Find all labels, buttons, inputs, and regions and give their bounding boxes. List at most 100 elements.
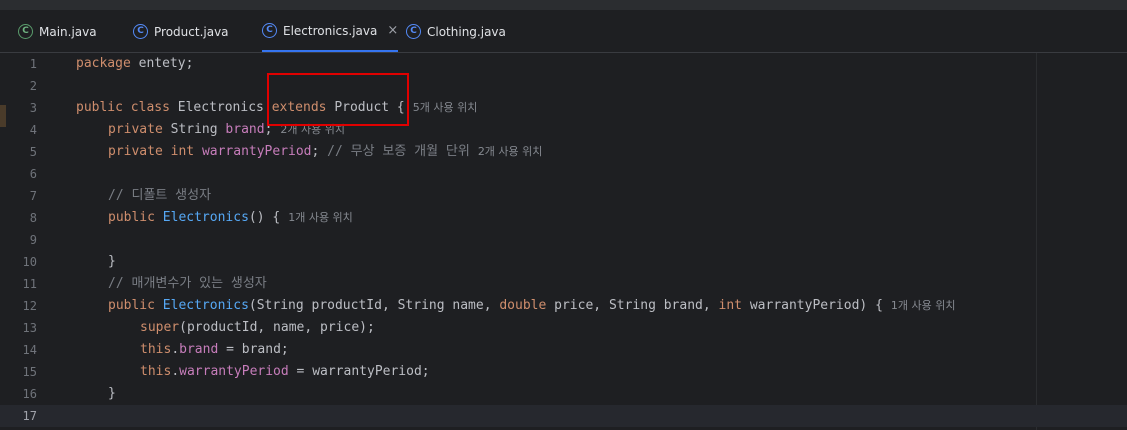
code-token: = brand; (226, 342, 289, 357)
tab-label: Electronics.java (283, 23, 378, 38)
code-token: int (718, 298, 743, 313)
line-number: 5 (29, 145, 37, 159)
code-token: () { (248, 210, 281, 225)
tab-label: Product.java (154, 24, 229, 39)
line-number: 6 (29, 167, 37, 181)
code-line[interactable]: 11 // 매개변수가 있는 생성자 (0, 273, 1127, 295)
code-text: private int warrantyPeriod; // 무상 보증 개월 … (108, 141, 542, 163)
code-text: this.brand = brand; (140, 339, 289, 361)
tab-product-java[interactable]: C Product.java (133, 11, 229, 52)
code-line[interactable]: 2 (0, 75, 1127, 97)
code-token: ; (311, 144, 320, 159)
code-token: warrantyPeriod) { (749, 298, 883, 313)
code-token: warrantyPeriod (201, 144, 312, 159)
code-token: brand (225, 122, 265, 137)
code-token: brand (179, 342, 219, 357)
code-line[interactable]: 8 public Electronics() { 1개 사용 위치 (0, 207, 1127, 229)
code-token: public (108, 210, 155, 225)
code-text: } (108, 251, 116, 273)
code-token: warrantyPeriod (179, 364, 289, 379)
close-icon[interactable]: × (387, 23, 398, 38)
code-text: public Electronics(String productId, Str… (108, 295, 956, 317)
line-number: 15 (22, 365, 37, 379)
code-line[interactable]: 17 (0, 405, 1127, 427)
code-line[interactable]: 10} (0, 251, 1127, 273)
line-number: 1 (29, 57, 37, 71)
code-token: package (76, 56, 131, 71)
code-text: // 매개변수가 있는 생성자 (108, 273, 267, 295)
code-line[interactable]: 3 public class Electronics extends Produc… (0, 97, 1127, 119)
code-token: ; (264, 122, 273, 137)
code-token: Product { (334, 100, 405, 115)
line-number: 4 (29, 123, 37, 137)
code-token: public (76, 100, 123, 115)
line-number: 17 (22, 409, 37, 423)
code-line[interactable]: 12 public Electronics(String productId, S… (0, 295, 1127, 317)
editor-tab-bar: C Main.java C Product.java C Electronics… (0, 11, 1127, 53)
usage-inlay-hint[interactable]: 1개 사용 위치 (288, 211, 353, 224)
java-main-icon: C (18, 24, 33, 39)
line-number: 8 (29, 211, 37, 225)
usage-inlay-hint[interactable]: 2개 사용 위치 (280, 123, 345, 136)
code-text: } (108, 383, 116, 405)
code-token: (productId, name, price); (179, 320, 375, 335)
java-class-icon: C (262, 23, 277, 38)
line-number: 3 (29, 101, 37, 115)
code-line[interactable]: 13 super(productId, name, price); (0, 317, 1127, 339)
code-token: this (140, 364, 172, 379)
code-token: double (499, 298, 547, 313)
java-class-icon: C (133, 24, 148, 39)
code-token: String (170, 122, 218, 137)
code-text: private String brand; 2개 사용 위치 (108, 119, 345, 141)
code-line[interactable]: 15 this.warrantyPeriod = warrantyPeriod; (0, 361, 1127, 383)
code-line[interactable]: 4 private String brand; 2개 사용 위치 (0, 119, 1127, 141)
code-token: extends (271, 100, 327, 115)
java-class-icon: C (406, 24, 421, 39)
code-text: super(productId, name, price); (140, 317, 375, 339)
code-token: price, String brand, (554, 298, 711, 313)
usage-inlay-hint[interactable]: 5개 사용 위치 (413, 101, 478, 114)
code-editor[interactable]: 1 package entety; 2 3 public class Electroni… (0, 53, 1127, 430)
tab-main-java[interactable]: C Main.java (18, 11, 97, 52)
tab-electronics-java[interactable]: C Electronics.java × (262, 11, 399, 52)
code-token: } (108, 254, 116, 269)
code-token: // 디폴트 생성자 (108, 188, 212, 203)
code-line[interactable]: 1 package entety; (0, 53, 1127, 75)
line-number: 16 (22, 387, 37, 401)
line-number: 14 (22, 343, 37, 357)
code-token: class (130, 100, 170, 115)
tab-clothing-java[interactable]: C Clothing.java (406, 11, 506, 52)
code-token: Electronics (162, 298, 249, 313)
code-token: Electronics (177, 100, 264, 115)
line-number: 2 (29, 79, 37, 93)
line-number: 7 (29, 189, 37, 203)
code-text: public class Electronics extends Product… (76, 97, 477, 119)
usage-inlay-hint[interactable]: 2개 사용 위치 (478, 145, 543, 158)
code-token: // 매개변수가 있는 생성자 (108, 276, 267, 291)
code-token: . (171, 364, 180, 379)
code-line[interactable]: 5 private int warrantyPeriod; // 무상 보증 개월… (0, 141, 1127, 163)
code-token: entety; (138, 56, 194, 71)
code-token: // 무상 보증 개월 단위 (327, 144, 470, 159)
code-line[interactable]: 9 (0, 229, 1127, 251)
code-token: Electronics (162, 210, 249, 225)
code-line[interactable]: 16} (0, 383, 1127, 405)
code-token: private (108, 122, 163, 137)
code-text: this.warrantyPeriod = warrantyPeriod; (140, 361, 430, 383)
code-token: (String productId, String name, (248, 298, 492, 313)
code-token: private (108, 144, 163, 159)
line-number: 13 (22, 321, 37, 335)
line-number: 11 (22, 277, 37, 291)
line-number: 12 (22, 299, 37, 313)
code-token: . (171, 342, 180, 357)
line-number: 10 (22, 255, 37, 269)
line-number: 9 (29, 233, 37, 247)
code-line[interactable]: 14 this.brand = brand; (0, 339, 1127, 361)
usage-inlay-hint[interactable]: 1개 사용 위치 (891, 299, 956, 312)
window-top-strip (0, 0, 1127, 11)
code-line[interactable]: 7 // 디폴트 생성자 (0, 185, 1127, 207)
code-token: public (108, 298, 155, 313)
tab-label: Main.java (39, 24, 97, 39)
code-token: super (140, 320, 180, 335)
code-line[interactable]: 6 (0, 163, 1127, 185)
